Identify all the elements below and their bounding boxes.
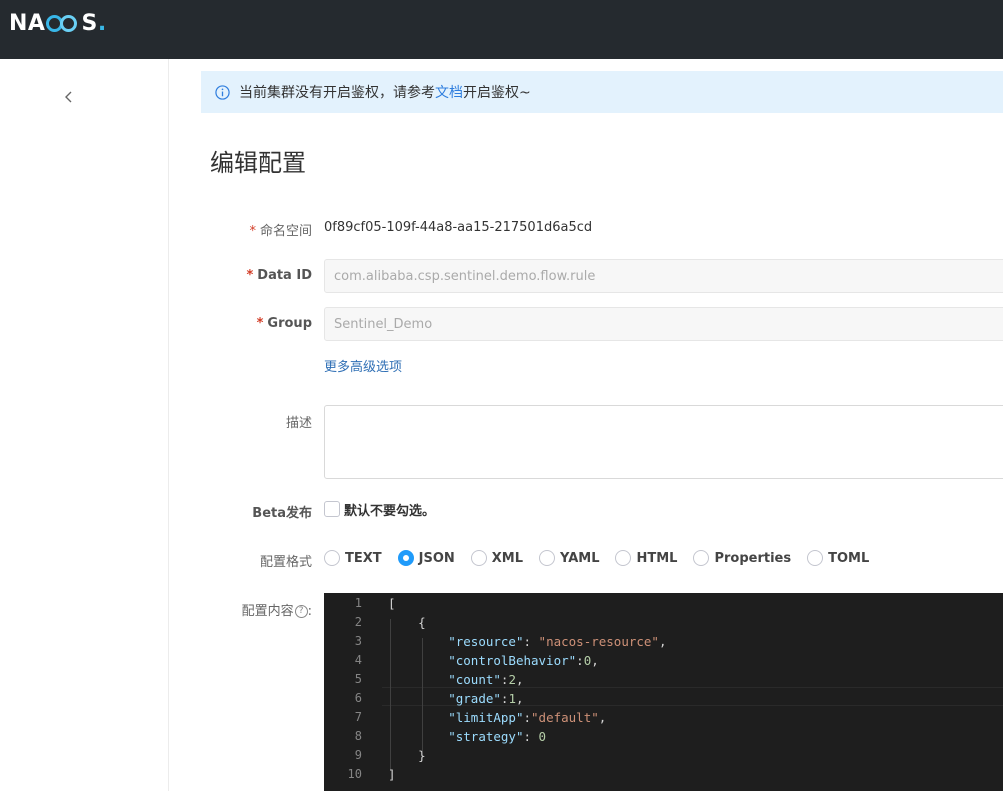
beta-checkbox-label[interactable]: 默认不要勾选。 bbox=[344, 500, 435, 519]
logo-rings-icon bbox=[46, 12, 80, 34]
alert-text-after: 开启鉴权~ bbox=[463, 85, 531, 101]
data-id-label-text: Data ID bbox=[257, 268, 312, 283]
format-option-html[interactable]: HTML bbox=[615, 550, 677, 566]
format-option-label: HTML bbox=[636, 550, 678, 566]
line-number-gutter: 1 2 3 4 5 6 7 8 9 10 bbox=[324, 593, 374, 791]
radio-button[interactable] bbox=[539, 550, 556, 566]
format-option-label: Properties bbox=[714, 550, 792, 566]
required-mark: * bbox=[246, 268, 254, 283]
line-number: 5 bbox=[354, 672, 362, 686]
format-option-label: YAML bbox=[560, 550, 600, 566]
code-line: "strategy": 0 bbox=[448, 729, 547, 744]
code-line: ] bbox=[388, 767, 396, 782]
namespace-label: * 命名空间 bbox=[182, 220, 312, 239]
radio-button[interactable] bbox=[470, 550, 487, 566]
code-line: "limitApp":"default", bbox=[448, 710, 607, 725]
group-label-text: Group bbox=[267, 316, 312, 331]
logo-text-end: S bbox=[81, 10, 98, 36]
line-number: 3 bbox=[354, 634, 362, 648]
content-label-colon: : bbox=[307, 604, 312, 619]
chevron-left-icon bbox=[65, 91, 72, 103]
collapse-sidebar-button[interactable] bbox=[60, 87, 78, 107]
description-label: 描述 bbox=[285, 416, 312, 431]
beta-label: Beta发布 bbox=[252, 506, 312, 521]
code-line: "controlBehavior":0, bbox=[448, 653, 599, 668]
group-input[interactable]: Sentinel_Demo bbox=[324, 307, 1003, 341]
format-radio-group: TEXT JSON XML YAML HTML Properties TOML bbox=[324, 549, 885, 567]
radio-button[interactable] bbox=[324, 550, 340, 566]
required-mark: * bbox=[249, 224, 256, 239]
radio-button[interactable] bbox=[807, 550, 824, 566]
content-label: 配置内容?: bbox=[182, 600, 312, 619]
radio-button-checked[interactable] bbox=[397, 550, 414, 566]
code-editor[interactable]: 1 2 3 4 5 6 7 8 9 10 [ { "resource": "na… bbox=[324, 593, 1003, 791]
format-option-label: JSON bbox=[418, 550, 455, 566]
auth-alert: 当前集群没有开启鉴权，请参考 文档 开启鉴权~ bbox=[201, 71, 1003, 113]
nacos-logo[interactable]: NA S . bbox=[9, 10, 107, 36]
format-option-text[interactable]: TEXT bbox=[324, 550, 382, 566]
format-option-toml[interactable]: TOML bbox=[807, 550, 869, 566]
format-option-properties[interactable]: Properties bbox=[693, 550, 791, 566]
namespace-value: 0f89cf05-109f-44a8-aa15-217501d6a5cd bbox=[324, 220, 593, 235]
radio-button[interactable] bbox=[615, 550, 632, 566]
line-number: 9 bbox=[354, 748, 362, 762]
beta-checkbox[interactable] bbox=[324, 501, 340, 517]
content-label-text: 配置内容 bbox=[241, 604, 294, 619]
code-line: "resource": "nacos-resource", bbox=[448, 634, 667, 649]
code-line: "count":2, bbox=[448, 672, 524, 687]
format-option-label: TOML bbox=[828, 550, 870, 566]
info-icon bbox=[215, 84, 230, 100]
more-advanced-options-link[interactable]: 更多高级选项 bbox=[324, 356, 402, 375]
format-option-label: XML bbox=[491, 550, 524, 566]
alert-docs-link[interactable]: 文档 bbox=[435, 82, 463, 102]
alert-text-before: 当前集群没有开启鉴权，请参考 bbox=[239, 85, 435, 101]
namespace-label-text: 命名空间 bbox=[259, 224, 312, 239]
line-number: 7 bbox=[354, 710, 362, 724]
line-number: 8 bbox=[354, 729, 362, 743]
radio-button[interactable] bbox=[693, 550, 710, 566]
code-line: } bbox=[388, 748, 426, 763]
data-id-label: * Data ID bbox=[182, 268, 312, 283]
page-title: 编辑配置 bbox=[210, 149, 306, 177]
format-option-label: TEXT bbox=[345, 550, 382, 566]
format-option-yaml[interactable]: YAML bbox=[539, 550, 599, 566]
line-number: 6 bbox=[354, 691, 362, 705]
logo-text-start: NA bbox=[9, 10, 46, 36]
help-icon[interactable]: ? bbox=[294, 605, 308, 618]
required-mark: * bbox=[256, 316, 264, 331]
top-navbar: NA S . bbox=[0, 0, 1003, 59]
code-line: "grade":1, bbox=[448, 691, 524, 706]
format-label: 配置格式 bbox=[259, 555, 312, 570]
code-line: [ bbox=[388, 596, 396, 611]
format-option-json[interactable]: JSON bbox=[397, 550, 455, 566]
description-textarea[interactable] bbox=[324, 405, 1003, 479]
group-label: * Group bbox=[182, 316, 312, 331]
data-id-input[interactable]: com.alibaba.csp.sentinel.demo.flow.rule bbox=[324, 259, 1003, 293]
line-number: 2 bbox=[354, 615, 362, 629]
line-number: 4 bbox=[354, 653, 362, 667]
format-option-xml[interactable]: XML bbox=[470, 550, 524, 566]
sidebar bbox=[0, 59, 169, 791]
line-number: 1 bbox=[354, 596, 362, 610]
line-number: 10 bbox=[347, 767, 362, 781]
logo-dot: . bbox=[97, 10, 107, 36]
code-line: { bbox=[388, 615, 426, 630]
